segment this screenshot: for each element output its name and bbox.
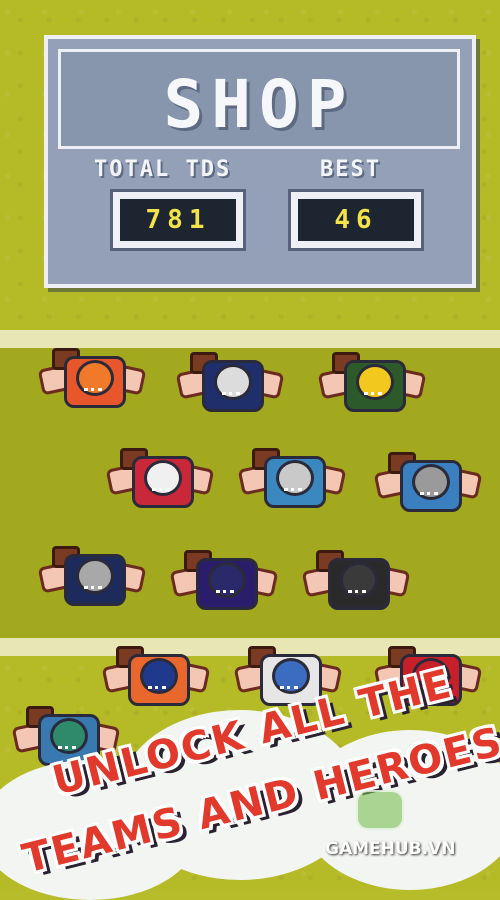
gamehub-logo-icon — [356, 790, 404, 830]
facemask — [222, 392, 240, 401]
yard-line-top — [0, 330, 500, 348]
facemask — [84, 388, 102, 397]
watermark: GAMEHUB.VN — [325, 839, 456, 859]
facemask — [84, 586, 102, 595]
facemask — [216, 590, 234, 599]
promo-banner: UNLOCK ALL THE TEAMS AND HEROES! — [0, 661, 500, 900]
title-bar: SHOP — [58, 49, 460, 149]
player-navy-silver[interactable] — [37, 546, 147, 606]
best-label: BEST — [320, 157, 381, 182]
player-navy[interactable] — [175, 352, 285, 412]
total-tds-display: 781 — [110, 189, 246, 251]
facemask — [420, 492, 438, 501]
shop-title: SHOP — [163, 66, 355, 143]
total-tds-label: TOTAL TDS — [94, 157, 232, 182]
shop-scoreboard: SHOP TOTAL TDS BEST 781 46 — [44, 35, 476, 288]
player-orange-blue[interactable] — [101, 646, 211, 706]
facemask — [348, 590, 366, 599]
best-display: 46 — [288, 189, 424, 251]
facemask — [148, 686, 166, 695]
best-value: 46 — [298, 199, 414, 241]
facemask — [152, 488, 170, 497]
player-blue-grey[interactable] — [373, 452, 483, 512]
facemask — [280, 686, 298, 695]
total-tds-value: 781 — [120, 199, 236, 241]
facemask — [364, 392, 382, 401]
player-black-gold[interactable] — [301, 550, 411, 610]
player-lightblue[interactable] — [237, 448, 347, 508]
player-purple[interactable] — [169, 550, 279, 610]
player-orange[interactable] — [37, 348, 147, 408]
player-green-gold[interactable] — [317, 352, 427, 412]
player-red-white[interactable] — [105, 448, 215, 508]
facemask — [284, 488, 302, 497]
